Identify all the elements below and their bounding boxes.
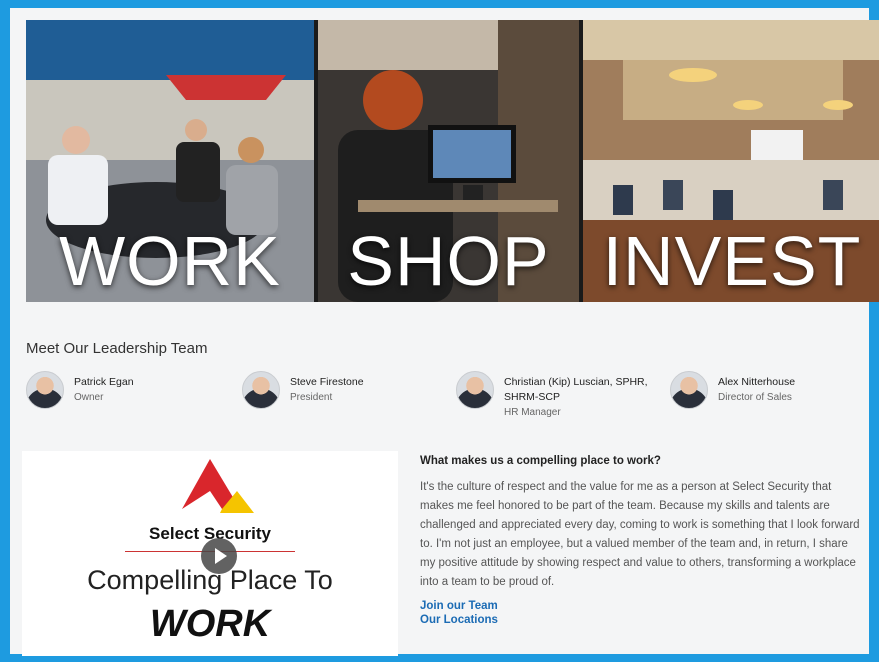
leader-role: Owner	[74, 392, 104, 403]
video-player[interactable]: Select Security Compelling Place To WORK	[22, 451, 398, 656]
why-section: What makes us a compelling place to work…	[420, 451, 860, 626]
leader-avatar	[670, 371, 708, 409]
video-title-line2: WORK	[149, 603, 271, 645]
our-locations-link[interactable]: Our Locations	[420, 614, 860, 626]
leader-card[interactable]: Alex Nitterhouse Director of Sales	[670, 371, 795, 409]
hero-panel-work[interactable]: WORK	[26, 20, 314, 302]
leader-name: Alex Nitterhouse	[718, 376, 796, 388]
why-body: It's the culture of respect and the valu…	[420, 481, 860, 588]
leader-role: HR Manager	[504, 407, 561, 418]
leader-avatar	[242, 371, 280, 409]
leader-avatar	[26, 371, 64, 409]
select-security-logo	[182, 459, 254, 513]
hero-label-invest: INVEST	[602, 222, 862, 300]
leader-card[interactable]: Steve Firestone President	[242, 371, 364, 409]
leader-role: President	[290, 392, 333, 403]
hero-panel-invest[interactable]: INVEST	[579, 20, 879, 302]
join-team-link[interactable]: Join our Team	[420, 600, 860, 612]
leader-name: Steve Firestone	[290, 376, 364, 388]
play-icon[interactable]	[201, 538, 237, 574]
leader-role: Director of Sales	[718, 392, 792, 403]
hero-banner: WORK SHOP INVEST	[26, 20, 879, 302]
hero-label-work: WORK	[59, 222, 281, 300]
leadership-list: Patrick Egan Owner Steve Firestone Presi…	[26, 371, 866, 431]
why-heading: What makes us a compelling place to work…	[420, 455, 661, 467]
hero-panel-shop[interactable]: SHOP	[314, 20, 579, 302]
leader-name: Christian (Kip) Luscian, SPHR, SHRM-SCP	[504, 376, 648, 403]
leader-card[interactable]: Patrick Egan Owner	[26, 371, 134, 409]
hero-label-shop: SHOP	[347, 222, 550, 300]
leader-avatar	[456, 371, 494, 409]
leader-card[interactable]: Christian (Kip) Luscian, SPHR, SHRM-SCP …	[456, 371, 654, 420]
leader-name: Patrick Egan	[74, 376, 134, 388]
leadership-heading: Meet Our Leadership Team	[26, 340, 208, 357]
